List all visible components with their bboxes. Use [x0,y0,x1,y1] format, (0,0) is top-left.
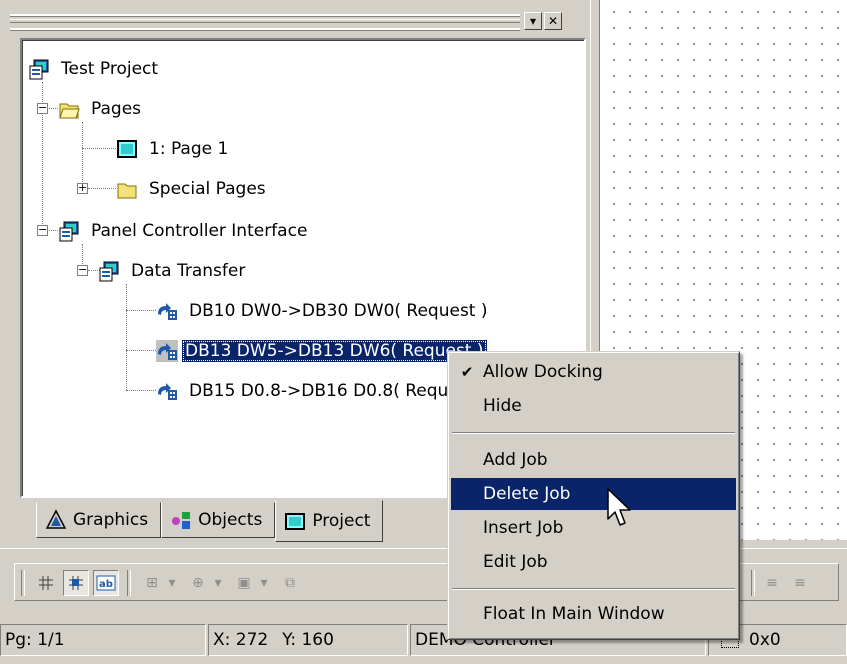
toolbar-separator [127,570,131,596]
panel-tabs: Graphics Objects Project [36,500,384,544]
status-y: Y: 160 [282,630,334,650]
tab-project[interactable]: Project [275,500,384,542]
align-center-icon[interactable]: ≡ [787,570,813,596]
transfer-job-icon [156,300,178,322]
folder-icon [116,178,138,200]
group-icon[interactable]: ⧉ [277,570,303,596]
align-left-icon[interactable]: ≡ [759,570,785,596]
mouse-pointer-icon [606,487,634,531]
transfer-job-icon [156,380,178,402]
tree-line [126,350,156,351]
chevron-down-icon[interactable]: ▾ [257,570,271,596]
tree-node-job-2[interactable]: DB13 DW5->DB13 DW6( Request ) [156,336,487,366]
data-transfer-icon [98,260,120,282]
snap-to-grid-icon[interactable] [63,570,89,596]
status-x: X: 272 [213,630,269,650]
menu-item-edit-job[interactable]: Edit Job [451,546,736,578]
tree-line [126,284,127,390]
tree-node-data-transfer[interactable]: Data Transfer [98,256,248,286]
project-tab-icon [284,510,306,532]
chevron-down-icon[interactable]: ▾ [211,570,225,596]
drag-grip[interactable] [10,14,520,30]
close-icon[interactable]: ✕ [544,12,562,30]
collapse-icon[interactable]: − [37,224,48,236]
project-icon [28,58,50,80]
graphics-icon [45,509,67,531]
tree-node-controller-interface[interactable]: Panel Controller Interface [58,216,310,246]
toolbar-separator [751,570,755,596]
order-icon[interactable]: ▣ [231,570,257,596]
menu-item-delete-job[interactable]: Delete Job [451,478,736,510]
context-menu: ✔ Allow Docking Hide Add Job Delete Job … [447,351,740,640]
tree-node-special-pages[interactable]: Special Pages [116,174,269,204]
align-icon[interactable]: ⊞ [139,570,165,596]
tree-node-pages[interactable]: Pages [58,94,144,124]
expand-icon[interactable]: + [77,182,88,194]
chevron-down-icon[interactable]: ▾ [165,570,179,596]
grid-icon[interactable] [33,570,59,596]
menu-item-insert-job[interactable]: Insert Job [451,512,736,544]
transfer-job-icon [156,340,178,362]
menu-item-float-in-main-window[interactable]: Float In Main Window [451,598,736,630]
menu-separator [452,588,735,590]
menu-separator [452,432,735,434]
tree-node-job-1[interactable]: DB10 DW0->DB30 DW0( Request ) [156,296,491,326]
collapse-icon[interactable]: − [77,264,88,276]
text-field-icon[interactable]: ab [93,570,119,596]
open-folder-icon [58,98,80,120]
status-page: Pg: 1/1 [0,624,206,656]
status-coordinates: X: 272 Y: 160 [208,624,408,656]
tree-line [88,188,116,189]
svg-text:ab: ab [99,579,113,590]
page-icon [116,138,138,160]
tree-node-job-3[interactable]: DB15 D0.8->DB16 D0.8( Request ) [156,376,489,406]
collapse-icon[interactable]: − [37,102,48,114]
menu-item-add-job[interactable]: Add Job [451,444,736,476]
panel-menu-button[interactable]: ▾ [524,12,542,30]
menu-item-hide[interactable]: Hide [451,390,736,422]
tree-node-test-project[interactable]: Test Project [28,54,161,84]
panel-header: ▾ ✕ [8,10,584,34]
toolbar-separator [21,570,25,596]
checkmark-icon: ✔ [460,363,474,381]
tree-line [126,310,156,311]
menu-item-allow-docking[interactable]: ✔ Allow Docking [451,356,736,388]
center-icon[interactable]: ⊕ [185,570,211,596]
tree-node-page-1[interactable]: 1: Page 1 [116,134,231,164]
tab-graphics[interactable]: Graphics [36,502,162,538]
tree-line [82,148,116,149]
tree-line [126,390,156,391]
objects-icon [170,509,192,531]
controller-interface-icon [58,220,80,242]
tab-objects[interactable]: Objects [161,502,276,538]
